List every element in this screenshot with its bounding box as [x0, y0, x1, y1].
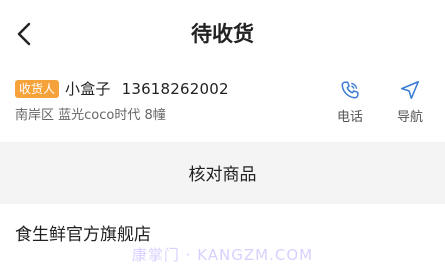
receiver-address: 南岸区 蓝光coco时代 8幢 — [15, 108, 166, 123]
receiver-phone: 13618262002 — [121, 80, 229, 98]
navigation-arrow-icon — [398, 78, 422, 102]
shop-block: 食生鲜官方旗舰店 康掌门 · KANGZM.COM — [0, 204, 445, 277]
receiver-name-line: 小盒子 13618262002 — [65, 78, 229, 99]
watermark-text: 康掌门 · KANGZM.COM — [131, 246, 314, 264]
navigate-button[interactable]: 导航 — [390, 78, 430, 126]
receiver-badge: 收货人 — [15, 80, 60, 98]
receiver-name: 小盒子 — [65, 80, 111, 98]
call-label: 电话 — [336, 110, 363, 125]
section-title: 核对商品 — [188, 165, 257, 185]
navigate-label: 导航 — [396, 110, 423, 125]
top-bar: 待收货 — [0, 0, 445, 66]
page-title: 待收货 — [191, 22, 254, 46]
call-button[interactable]: 电话 — [330, 78, 370, 126]
receiver-card: 收货人 小盒子 13618262002 南岸区 蓝光coco时代 8幢 电话 导… — [0, 66, 445, 142]
phone-icon — [338, 78, 362, 102]
shop-name[interactable]: 食生鲜官方旗舰店 — [15, 220, 151, 245]
